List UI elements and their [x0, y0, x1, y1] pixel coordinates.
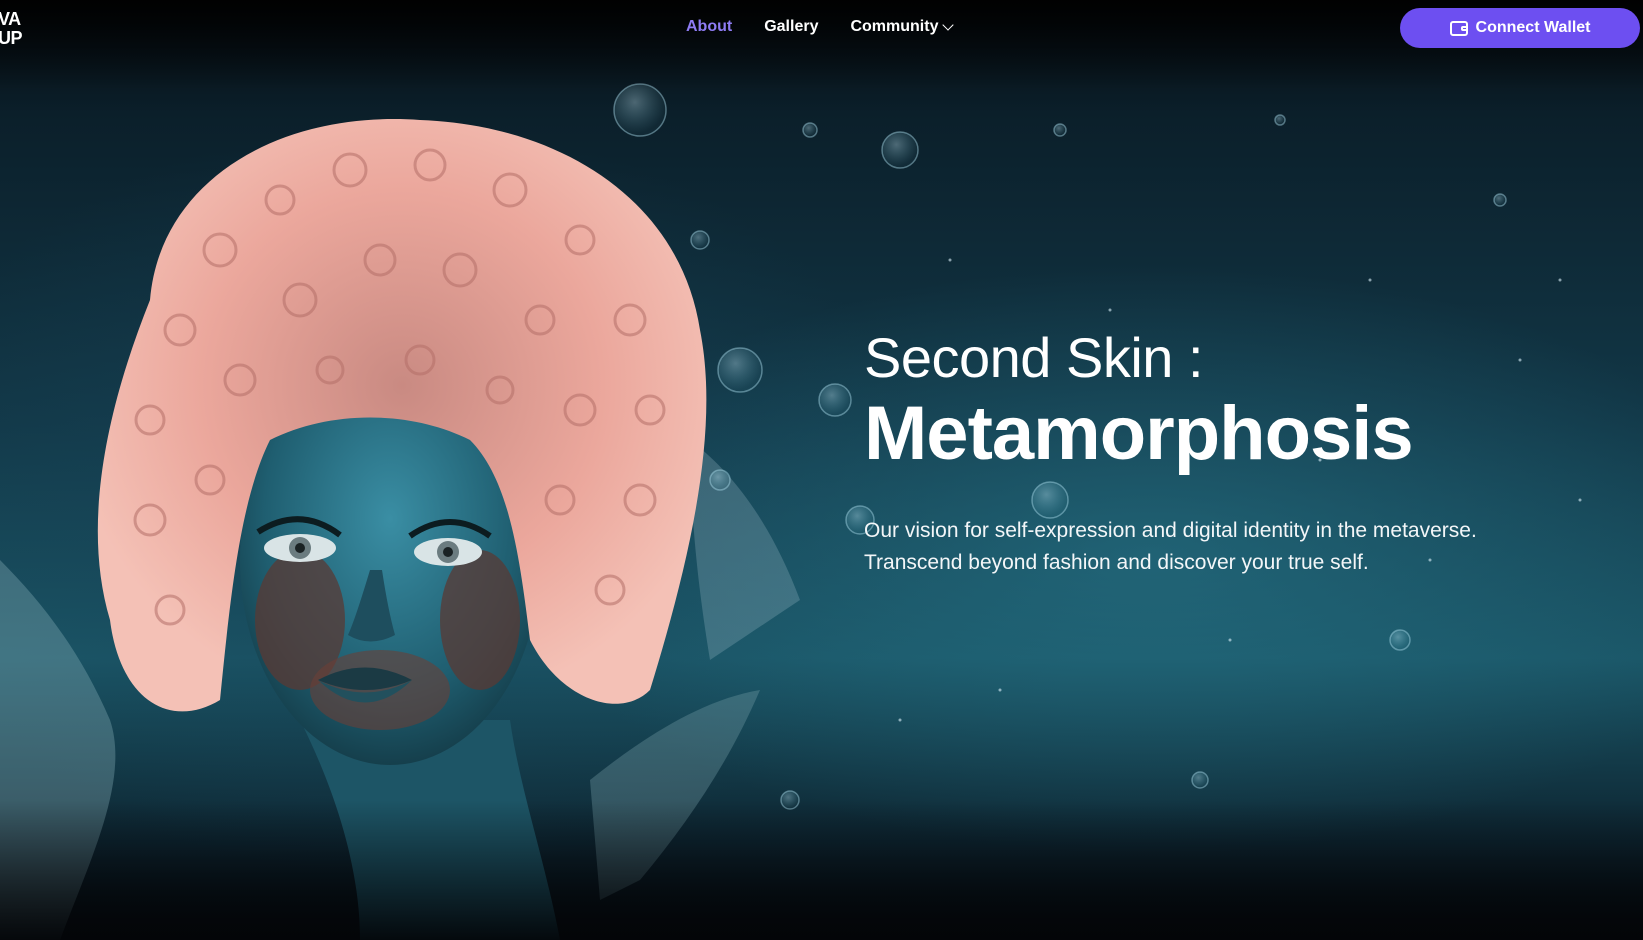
wallet-icon [1449, 20, 1468, 36]
connect-wallet-button[interactable]: Connect Wallet [1400, 8, 1640, 48]
hero-text: Second Skin : Metamorphosis Our vision f… [864, 325, 1504, 600]
hero-description: Our vision for self-expression and digit… [864, 519, 1477, 574]
logo-line-2: UP [0, 28, 23, 48]
hero-subtitle: Second Skin : [864, 326, 1204, 389]
site-header: VA UP About Gallery Community Connect Wa… [0, 0, 1643, 58]
nav-item-gallery[interactable]: Gallery [764, 18, 818, 36]
hero-title: Metamorphosis [864, 391, 1414, 476]
nav-item-label: Gallery [764, 18, 819, 35]
nav-item-community[interactable]: Community [850, 18, 955, 36]
nav-item-label: Community [850, 18, 939, 35]
bottom-shade [0, 800, 1643, 940]
landing-page: VA UP About Gallery Community Connect Wa… [0, 0, 1643, 940]
site-logo[interactable]: VA UP [0, 9, 23, 48]
chevron-down-icon [942, 19, 955, 31]
main-nav: About Gallery Community [686, 18, 955, 36]
nav-item-label: About [686, 18, 733, 35]
logo-line-1: VA [0, 9, 21, 29]
connect-wallet-label: Connect Wallet [1475, 19, 1591, 36]
nav-item-about[interactable]: About [686, 18, 732, 36]
